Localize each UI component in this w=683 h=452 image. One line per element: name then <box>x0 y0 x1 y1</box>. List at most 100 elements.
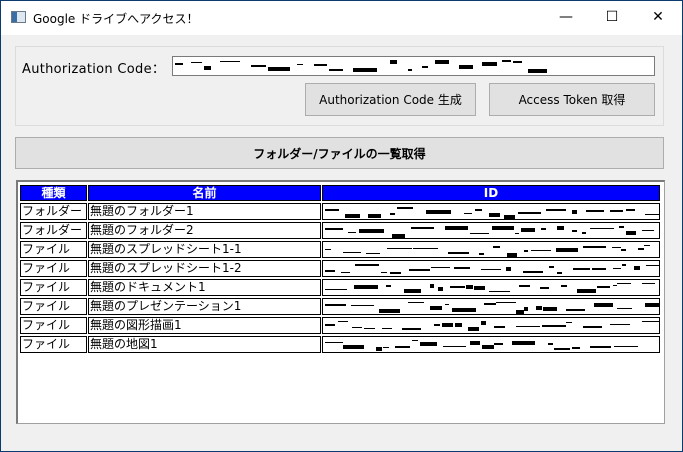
redaction-bar <box>435 60 449 64</box>
cell-id-redacted[interactable] <box>322 222 660 239</box>
redaction-bar <box>621 249 626 251</box>
redaction-bar <box>548 343 553 345</box>
redaction-bar <box>355 264 379 266</box>
redaction-bar <box>325 324 335 326</box>
redaction-bar <box>466 285 473 289</box>
redaction-bar <box>413 248 438 249</box>
redaction-bar <box>325 342 343 343</box>
cell-type[interactable]: ファイル <box>20 241 87 258</box>
redaction-bar <box>482 62 497 66</box>
cell-id-redacted[interactable] <box>322 298 660 315</box>
redaction-bar <box>268 67 290 71</box>
redaction-bar <box>626 231 636 235</box>
redaction-bar <box>582 232 586 234</box>
redaction-bar <box>420 342 437 346</box>
redaction-bar <box>426 210 451 214</box>
list-files-button[interactable]: フォルダー/ファイルの一覧取得 <box>15 137 664 169</box>
file-grid[interactable]: 種類 名前 ID フォルダー 無題のフォルダー1 フォルダー 無題のフォルダー2 ファイ… <box>16 180 665 424</box>
generate-auth-code-button[interactable]: Authorization Code 生成 <box>305 83 476 116</box>
redaction-bar <box>325 209 339 211</box>
minimize-button[interactable]: — <box>543 1 589 33</box>
redaction-bar <box>590 228 614 229</box>
redaction-bar <box>191 62 202 63</box>
header-id[interactable]: ID <box>322 185 660 201</box>
cell-name[interactable]: 無題のスプレッドシート1-1 <box>88 241 321 258</box>
cell-id-redacted[interactable] <box>322 203 660 220</box>
redaction-bar <box>474 286 485 290</box>
redaction-bar <box>343 252 361 253</box>
cell-type[interactable]: ファイル <box>20 260 87 277</box>
redaction-bar <box>622 264 626 266</box>
redaction-bar <box>502 60 511 62</box>
table-row[interactable]: フォルダー 無題のフォルダー1 <box>20 203 660 220</box>
header-type[interactable]: 種類 <box>20 185 87 201</box>
cell-id-redacted[interactable] <box>322 260 660 277</box>
cell-id-redacted[interactable] <box>322 317 660 334</box>
cell-name[interactable]: 無題のスプレッドシート1-2 <box>88 260 321 277</box>
cell-type[interactable]: ファイル <box>20 336 87 353</box>
redaction-bar <box>354 285 378 289</box>
table-row[interactable]: ファイル 無題のプレゼンテーション1 <box>20 298 660 315</box>
redaction-bar <box>566 309 585 311</box>
redaction-bar <box>583 246 606 248</box>
cell-type[interactable]: ファイル <box>20 317 87 334</box>
redaction-bar <box>475 209 482 211</box>
redaction-bar <box>445 304 449 305</box>
redaction-bar <box>504 215 515 219</box>
auth-code-label: Authorization Code： <box>22 62 166 77</box>
cell-name[interactable]: 無題のプレゼンテーション1 <box>88 298 321 315</box>
header-name[interactable]: 名前 <box>88 185 321 201</box>
redaction-bar <box>610 324 630 325</box>
redaction-bar <box>489 291 510 292</box>
redaction-bar <box>408 302 424 303</box>
cell-type[interactable]: ファイル <box>20 279 87 296</box>
redaction-bar <box>412 340 418 341</box>
redaction-bar <box>494 343 503 345</box>
redaction-bar <box>479 253 484 255</box>
redaction-bar <box>353 68 377 72</box>
redaction-bar <box>557 226 564 230</box>
redaction-bar <box>542 325 566 327</box>
cell-id-redacted[interactable] <box>322 279 660 296</box>
redaction-bar <box>546 209 566 211</box>
cell-type[interactable]: ファイル <box>20 298 87 315</box>
cell-name[interactable]: 無題のフォルダー1 <box>88 203 321 220</box>
redaction-bar <box>434 324 440 326</box>
redaction-bar <box>338 321 348 322</box>
redaction-bar <box>557 272 562 274</box>
cell-name[interactable]: 無題のフォルダー2 <box>88 222 321 239</box>
table-row[interactable]: ファイル 無題のスプレッドシート1-1 <box>20 241 660 258</box>
table-row[interactable]: ファイル 無題の地図1 <box>20 336 660 353</box>
redaction-bar <box>348 232 356 233</box>
redaction-bar <box>528 69 547 73</box>
cell-id-redacted[interactable] <box>322 241 660 258</box>
table-row[interactable]: ファイル 無題のスプレッドシート1-2 <box>20 260 660 277</box>
auth-code-input[interactable] <box>172 56 655 76</box>
redaction-bar <box>397 207 413 209</box>
redaction-bar <box>644 245 650 246</box>
redaction-bar <box>481 321 486 325</box>
cell-id-redacted[interactable] <box>322 336 660 353</box>
table-row[interactable]: ファイル 無題のドキュメント1 <box>20 279 660 296</box>
table-row[interactable]: フォルダー 無題のフォルダー2 <box>20 222 660 239</box>
redaction-bar <box>646 265 659 266</box>
redaction-bar <box>573 268 590 270</box>
close-button[interactable]: ✕ <box>635 1 681 33</box>
redaction-bar <box>364 328 375 329</box>
table-row[interactable]: ファイル 無題の図形描画1 <box>20 317 660 334</box>
cell-name[interactable]: 無題の地図1 <box>88 336 321 353</box>
redaction-bar <box>390 60 397 64</box>
redaction-bar <box>515 233 519 234</box>
cell-name[interactable]: 無題のドキュメント1 <box>88 279 321 296</box>
get-access-token-button[interactable]: Access Token 取得 <box>489 83 655 116</box>
maximize-button[interactable]: ☐ <box>589 1 635 33</box>
redaction-bar <box>395 346 410 348</box>
redaction-bar <box>366 253 380 254</box>
redaction-bar <box>220 61 240 62</box>
cell-name[interactable]: 無題の図形描画1 <box>88 317 321 334</box>
cell-type[interactable]: フォルダー <box>20 203 87 220</box>
redaction-bar <box>351 305 374 306</box>
cell-type[interactable]: フォルダー <box>20 222 87 239</box>
redaction-bar <box>482 345 494 349</box>
redaction-bar <box>561 285 567 287</box>
